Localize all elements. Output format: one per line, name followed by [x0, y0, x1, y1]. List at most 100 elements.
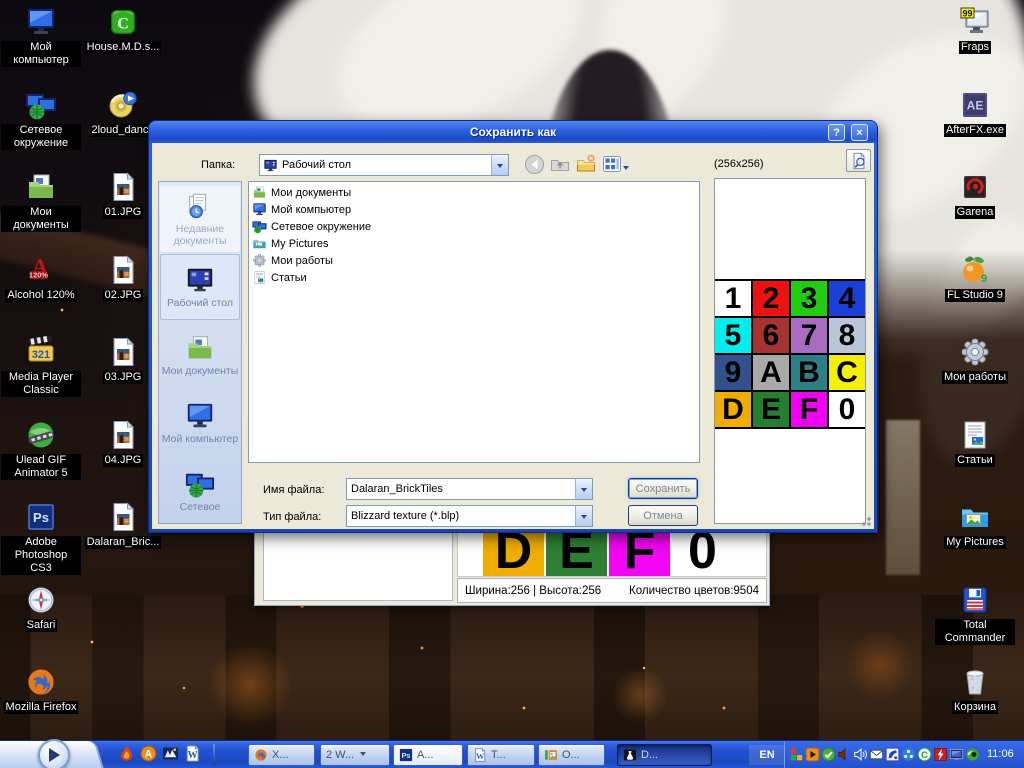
file-list[interactable]: Мои документы Мой компьютер Сетевое окруже… — [248, 181, 700, 463]
cancel-button[interactable]: Отмена — [628, 505, 698, 526]
tray-media-play[interactable] — [805, 747, 820, 762]
desktop-icon-mpc[interactable]: 321 Media Player Classic — [0, 335, 82, 397]
desktop-icon-afterfx[interactable]: AE AfterFX.exe — [934, 88, 1016, 137]
jpg-icon — [107, 254, 139, 286]
folder-value: Рабочий стол — [282, 159, 352, 171]
tray-volume[interactable] — [853, 747, 868, 762]
desktop-icon-garena[interactable]: Garena — [934, 170, 1016, 219]
desktop-icon-ulead[interactable]: Ulead GIF Animator 5 — [0, 418, 82, 480]
desktop-icon-totalcmd[interactable]: Total Commander — [934, 583, 1016, 645]
computer-icon — [25, 6, 57, 38]
tray-volume-muted[interactable] — [837, 747, 852, 762]
taskbar-button-3[interactable]: W T... — [467, 744, 535, 766]
tray-display[interactable] — [949, 747, 964, 762]
file-item[interactable]: Статьи — [249, 269, 699, 286]
tray-antivirus-check[interactable] — [821, 747, 836, 762]
quicklaunch-media-info[interactable] — [162, 745, 179, 762]
status-dimensions: Ширина:256 | Высота:256 — [465, 584, 602, 597]
tray-mail[interactable] — [869, 747, 884, 762]
place-item-1[interactable]: Рабочий стол — [160, 254, 240, 320]
desktop-icon-torrent[interactable]: C House.M.D.s... — [82, 5, 164, 54]
new-folder-button[interactable] — [575, 153, 597, 175]
taskbar-button-5[interactable]: D... — [617, 744, 712, 766]
desktop-icon-safari[interactable]: Safari — [0, 583, 82, 632]
taskbar-divider — [213, 744, 215, 766]
tray-bitcomet[interactable]: C — [917, 747, 932, 762]
tray-flash[interactable] — [933, 747, 948, 762]
mypictures-icon — [252, 236, 267, 251]
desktop-icon-fraps[interactable]: 99 Fraps — [934, 5, 1016, 54]
file-item[interactable]: Мои документы — [249, 184, 699, 201]
desktop-icon-alcohol[interactable]: A 120% Alcohol 120% — [0, 253, 82, 302]
file-item[interactable]: Мой компьютер — [249, 201, 699, 218]
desktop-icon-recycle[interactable]: Корзина — [934, 665, 1016, 714]
svg-text:120%: 120% — [29, 270, 49, 279]
tray-app-grid[interactable] — [789, 747, 804, 762]
save-button[interactable]: Сохранить — [628, 478, 698, 499]
taskbar-button-4[interactable]: O... — [538, 744, 605, 766]
desktop-icon-mypictures[interactable]: My Pictures — [934, 500, 1016, 549]
quicklaunch-avira-a[interactable]: A — [140, 745, 157, 762]
desktop-icon-mydocs[interactable]: Мои документы — [0, 170, 82, 232]
views-button[interactable] — [601, 153, 623, 175]
tray-phone[interactable] — [885, 747, 900, 762]
place-item-2[interactable]: Мои документы — [160, 322, 240, 388]
preview-button[interactable] — [846, 149, 871, 172]
antivirus-check-icon — [821, 747, 836, 762]
preview-cell: 5 — [715, 318, 751, 353]
avira-a-icon: A — [140, 745, 157, 762]
svg-text:321: 321 — [32, 349, 50, 361]
views-caret-icon[interactable] — [623, 166, 629, 173]
file-item[interactable]: Мои работы — [249, 252, 699, 269]
back-icon — [524, 154, 545, 175]
taskbar-button-1[interactable]: 2 W... — [320, 744, 390, 766]
back-button[interactable] — [523, 153, 545, 175]
up-folder-button[interactable] — [549, 153, 571, 175]
quicklaunch-flame[interactable] — [118, 745, 135, 762]
blp-lab-icon — [623, 748, 637, 762]
start-button[interactable] — [38, 739, 70, 768]
desktop-icon-flstudio[interactable]: 9 FL Studio 9 — [934, 253, 1016, 302]
jpg-icon — [107, 171, 139, 203]
language-indicator[interactable]: EN — [749, 745, 785, 765]
desktop-icon-gear[interactable]: Мои работы — [934, 335, 1016, 384]
filename-combobox[interactable] — [346, 478, 593, 500]
mail-icon — [869, 747, 884, 762]
resize-grip[interactable] — [859, 514, 872, 527]
tray-nvidia[interactable] — [965, 747, 980, 762]
place-item-4[interactable]: Сетевое — [160, 458, 240, 523]
help-button[interactable]: ? — [828, 124, 845, 141]
file-item[interactable]: Сетевое окружение — [249, 218, 699, 235]
taskbar-button-2[interactable]: Ps A... — [393, 744, 463, 766]
folder-dropdown-arrow[interactable] — [491, 155, 508, 175]
close-button[interactable]: × — [851, 124, 868, 141]
place-item-0[interactable]: Недавние документы — [160, 186, 240, 252]
folder-combobox[interactable]: Рабочий стол — [259, 154, 509, 176]
preview-cell: C — [829, 355, 865, 390]
filename-dropdown-arrow[interactable] — [575, 479, 592, 499]
file-item[interactable]: My Pictures — [249, 235, 699, 252]
wallpaper-tower — [886, 420, 920, 575]
preview-doc-icon — [850, 152, 868, 170]
place-item-3[interactable]: Мой компьютер — [160, 390, 240, 456]
preview-cell: B — [791, 355, 827, 390]
quicklaunch-word[interactable]: W — [184, 745, 201, 762]
desktop-icon-computer[interactable]: Мой компьютер — [0, 5, 82, 67]
svg-text:W: W — [188, 750, 198, 761]
desktop-icon-firefox[interactable]: Mozilla Firefox — [0, 665, 82, 714]
afterfx-icon: AE — [959, 89, 991, 121]
tray-blue-orb[interactable] — [901, 747, 916, 762]
desktop-icon-photoshop[interactable]: Ps Adobe Photoshop CS3 — [0, 500, 82, 575]
taskbar-button-0[interactable]: X... — [248, 744, 315, 766]
dialog-titlebar[interactable]: Сохранить как ? × — [149, 121, 877, 143]
filetype-dropdown-arrow[interactable] — [575, 506, 592, 526]
desktop-screen-icon — [263, 158, 278, 173]
desktop-icon-network[interactable]: Сетевое окружение — [0, 88, 82, 150]
fraps-icon: 99 — [959, 6, 991, 38]
svg-text:99: 99 — [962, 9, 972, 19]
filename-input[interactable] — [347, 480, 575, 498]
filetype-combobox[interactable]: Blizzard texture (*.blp) — [346, 505, 593, 527]
gear-icon — [252, 253, 267, 268]
desktop-icon-article[interactable]: Статьи — [934, 418, 1016, 467]
photoshop-icon: Ps — [25, 501, 57, 533]
